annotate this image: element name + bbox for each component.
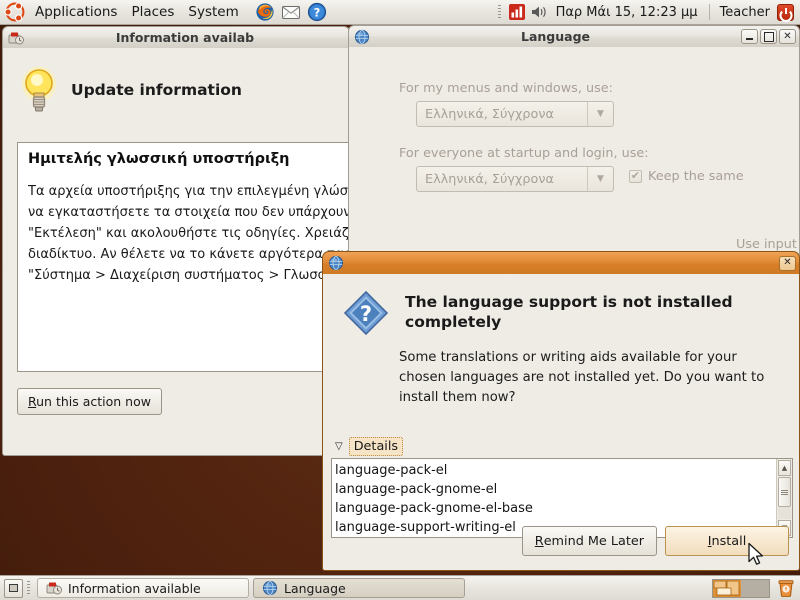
checkbox-indicator (629, 169, 642, 183)
details-label: Details (348, 437, 404, 456)
chevron-down-icon: ▽ (335, 441, 343, 452)
svg-text:?: ? (313, 6, 320, 20)
keep-the-same-label: Keep the same (648, 169, 744, 184)
menu-system[interactable]: System (181, 1, 245, 23)
remind-button-mnemonic: R (534, 533, 544, 549)
close-icon[interactable]: ✕ (779, 255, 796, 271)
language-window: Language ✕ For my menus and windows, use… (348, 25, 800, 342)
dialog-titlebar[interactable]: ✕ (322, 251, 800, 274)
dialog-message: Some translations or writing aids availa… (399, 350, 765, 405)
run-button-mnemonic: R (28, 394, 37, 409)
lightbulb-icon (17, 62, 61, 118)
dialog-heading: The language support is not installed co… (405, 293, 733, 331)
remind-button-label: emind Me Later (543, 533, 644, 549)
menus-language-value: Ελληνικά, Σύγχρονα (425, 106, 554, 122)
help-launcher-icon[interactable]: ? (307, 2, 327, 22)
menus-language-combo[interactable]: Ελληνικά, Σύγχρονα ▼ (416, 101, 614, 127)
language-window-titlebar[interactable]: Language ✕ (348, 25, 800, 47)
ubuntu-logo-icon[interactable] (4, 1, 26, 23)
panel-grip (497, 5, 501, 19)
globe-icon (328, 255, 344, 271)
scrollbar-thumb[interactable] (778, 477, 791, 507)
power-shutdown-icon[interactable] (777, 3, 794, 21)
language-support-dialog: ✕ ? The language support is not installe… (322, 251, 800, 571)
show-desktop-button[interactable] (4, 578, 23, 598)
maximize-button[interactable] (760, 29, 777, 44)
scrollbar-track[interactable] (778, 477, 791, 519)
language-window-buttons: ✕ (741, 29, 796, 44)
install-button-label: nstall (711, 533, 747, 549)
list-item[interactable]: language-pack-gnome-el (335, 480, 776, 499)
update-notifier-icon[interactable] (508, 3, 526, 21)
update-information-window: Information availab Update information Η… (2, 26, 389, 456)
run-this-action-now-button[interactable]: Run this action now (17, 388, 162, 415)
startup-language-value: Ελληνικά, Σύγχρονα (425, 171, 554, 187)
globe-icon (354, 29, 370, 45)
install-button[interactable]: Install (665, 526, 789, 556)
menu-places[interactable]: Places (124, 1, 181, 23)
panel-grip (27, 581, 30, 595)
user-menu[interactable]: Teacher (717, 5, 773, 20)
update-text-heading: Ημιτελής γλωσσική υποστήριξη (28, 151, 290, 167)
workspace-2[interactable] (741, 579, 769, 597)
startup-language-combo[interactable]: Ελληνικά, Σύγχρονα ▼ (416, 166, 614, 192)
list-item[interactable]: language-pack-gnome-el-base (335, 499, 776, 518)
workspace-switcher[interactable] (712, 578, 770, 598)
trash-icon[interactable] (776, 578, 796, 598)
dialog-window-buttons: ✕ (779, 255, 796, 271)
update-header: Update information (3, 48, 349, 124)
menu-applications[interactable]: Applications (28, 1, 124, 23)
firefox-launcher-icon[interactable] (255, 2, 275, 22)
chevron-down-icon: ▼ (587, 167, 613, 191)
panel-separator (708, 4, 710, 20)
keep-the-same-checkbox[interactable]: Keep the same (629, 169, 744, 184)
dialog-header: ? The language support is not installed … (323, 274, 799, 336)
startup-language-label: For everyone at startup and login, use: (399, 146, 649, 161)
update-window-title: Information availab (115, 30, 255, 45)
remind-me-later-button[interactable]: Remind Me Later (521, 526, 657, 556)
run-button-label: un this action now (36, 394, 151, 409)
update-window-titlebar[interactable]: Information availab (2, 26, 350, 48)
question-mark-icon: ? (343, 290, 389, 336)
clock[interactable]: Παρ Μάι 15, 12:23 μμ (552, 5, 702, 20)
update-window-body: Update information Ημιτελής γλωσσική υπο… (2, 48, 389, 456)
dialog-body: ? The language support is not installed … (322, 274, 800, 571)
minimize-button[interactable] (741, 29, 758, 44)
list-item[interactable]: language-pack-el (335, 461, 776, 480)
menus-language-label: For my menus and windows, use: (399, 81, 613, 96)
globe-icon (262, 580, 278, 596)
taskbar-item-information-available[interactable]: Information available (37, 578, 249, 598)
language-window-title: Language (520, 29, 590, 44)
scroll-up-icon[interactable]: ▲ (778, 460, 791, 476)
svg-text:?: ? (360, 302, 372, 326)
dialog-button-box: Remind Me Later Install (521, 526, 789, 556)
taskbar-item-language[interactable]: Language (253, 578, 465, 598)
chevron-down-icon: ▼ (587, 102, 613, 126)
update-notifier-icon (8, 30, 24, 46)
language-window-body: For my menus and windows, use: Ελληνικά,… (348, 47, 800, 342)
top-panel: Applications Places System ? Παρ Μάι 15,… (0, 0, 800, 25)
details-expander[interactable]: ▽ Details (335, 437, 404, 456)
bottom-panel: Information available Language (0, 575, 800, 600)
close-icon[interactable]: ✕ (779, 29, 796, 44)
taskbar-item-label: Language (284, 580, 346, 596)
update-notifier-icon (46, 580, 62, 596)
mail-launcher-icon[interactable] (281, 2, 301, 22)
taskbar-item-label: Information available (68, 580, 201, 596)
volume-speaker-icon[interactable] (530, 4, 548, 20)
update-heading: Update information (71, 81, 242, 99)
workspace-1[interactable] (713, 579, 741, 597)
